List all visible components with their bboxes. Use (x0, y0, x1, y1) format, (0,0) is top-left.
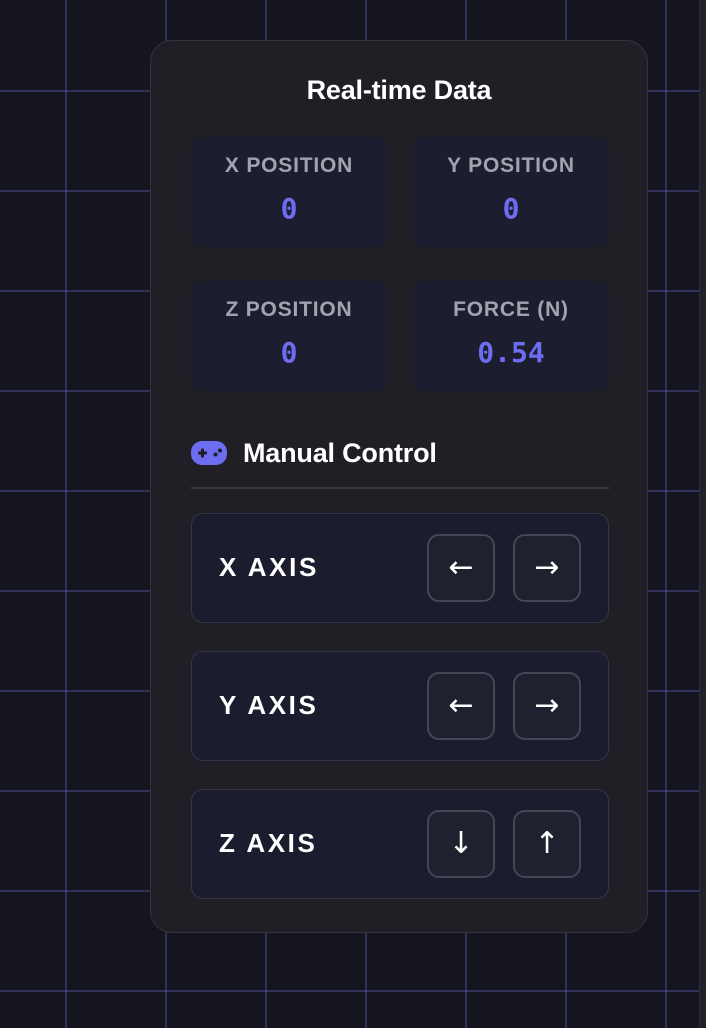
z-axis-control: Z AXIS ↓ ↑ (191, 789, 609, 899)
x-axis-label: X AXIS (219, 552, 319, 582)
stat-label: FORCE (N) (453, 298, 569, 321)
y-axis-decrease-button[interactable]: ← (427, 672, 495, 740)
window-edge (699, 0, 706, 1028)
stat-value: 0.54 (477, 336, 545, 369)
stat-card-x-position: X POSITION 0 (191, 137, 387, 247)
stat-label: Y POSITION (447, 154, 575, 177)
x-axis-decrease-button[interactable]: ← (427, 534, 495, 602)
section-divider (191, 487, 609, 489)
x-axis-increase-button[interactable]: → (513, 534, 581, 602)
stat-card-force: FORCE (N) 0.54 (413, 281, 609, 391)
manual-control-title: Manual Control (243, 437, 437, 468)
stat-card-z-position: Z POSITION 0 (191, 281, 387, 391)
stat-label: Z POSITION (225, 298, 353, 321)
z-axis-label: Z AXIS (219, 828, 318, 858)
stat-value: 0 (280, 336, 298, 369)
x-axis-control: X AXIS ← → (191, 513, 609, 623)
y-axis-label: Y AXIS (219, 690, 319, 720)
z-axis-decrease-button[interactable]: ↓ (427, 810, 495, 878)
y-axis-control: Y AXIS ← → (191, 651, 609, 761)
manual-control-header: Manual Control (191, 435, 437, 471)
z-axis-increase-button[interactable]: ↑ (513, 810, 581, 878)
gamepad-icon (191, 441, 227, 465)
stat-value: 0 (502, 192, 520, 225)
control-panel: Real-time Data X POSITION 0 Y POSITION 0… (150, 40, 648, 933)
realtime-data-title: Real-time Data (306, 75, 492, 105)
stat-card-y-position: Y POSITION 0 (413, 137, 609, 247)
stat-value: 0 (280, 192, 298, 225)
y-axis-increase-button[interactable]: → (513, 672, 581, 740)
stat-label: X POSITION (224, 154, 354, 177)
